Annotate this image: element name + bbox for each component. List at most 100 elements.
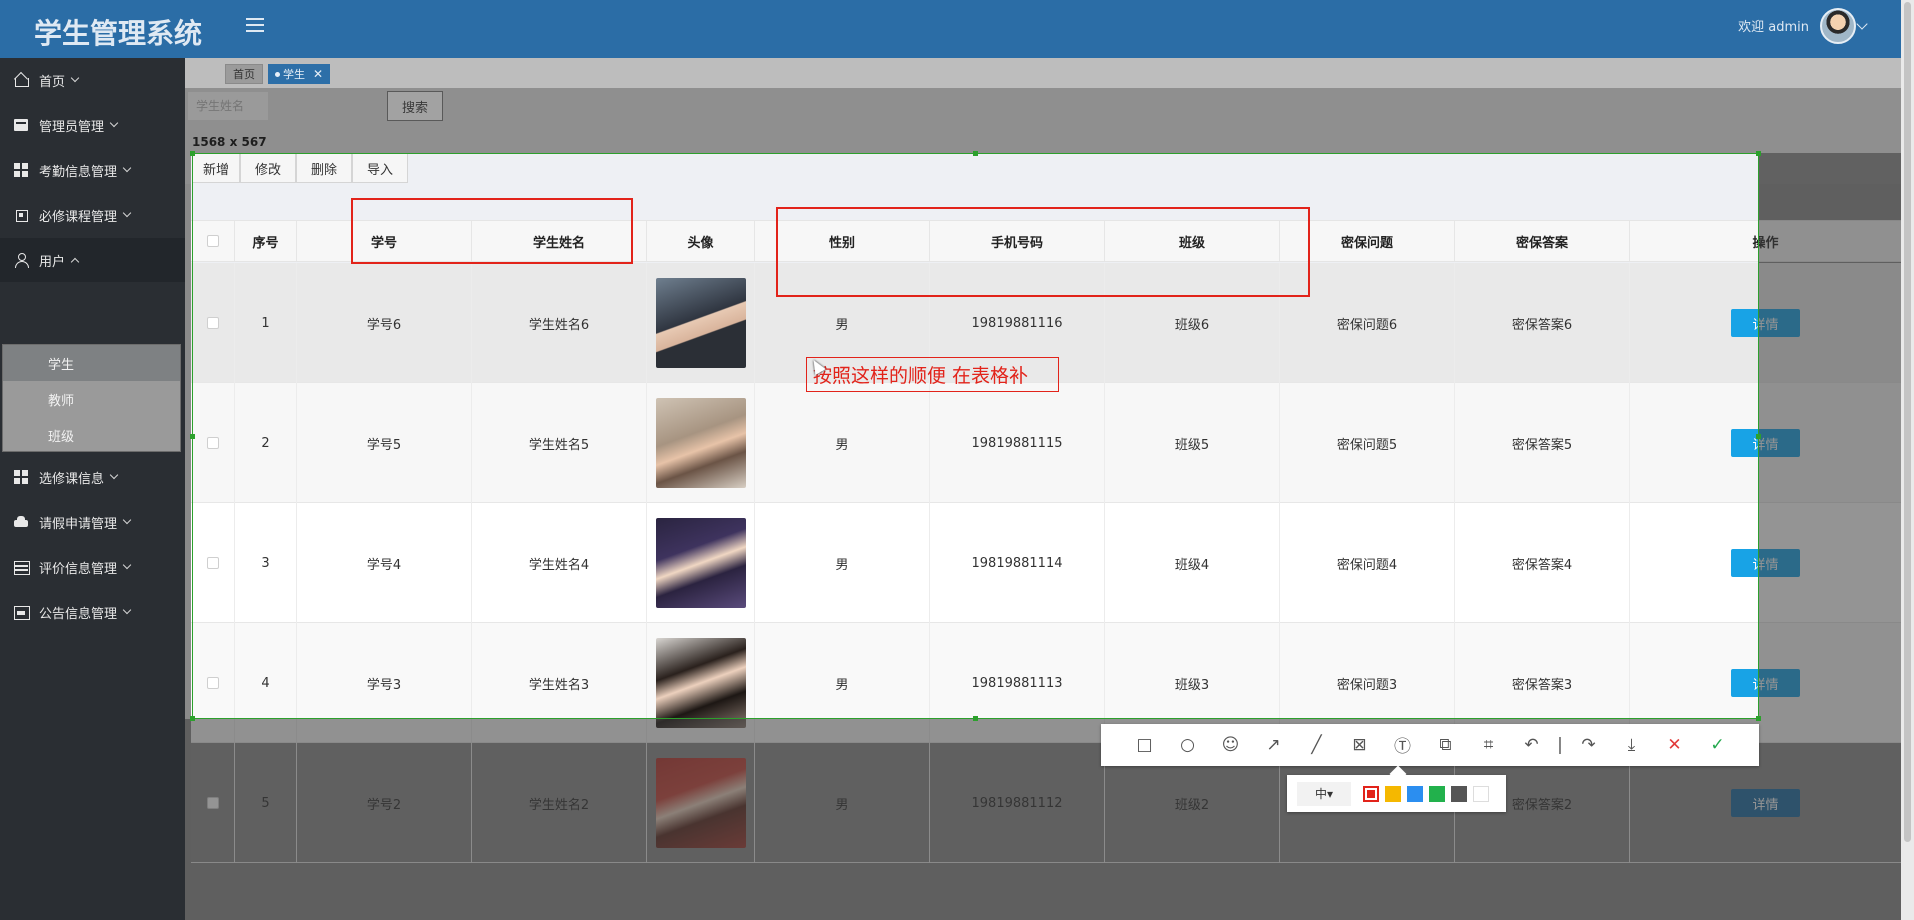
- cell-phone: 19819881114: [930, 503, 1105, 623]
- ocr-tool-icon[interactable]: ⌗: [1467, 730, 1510, 760]
- table-row: 3 学号4 学生姓名4 男 19819881114 班级4 密保问题4 密保答案4 详情: [191, 503, 1901, 623]
- annotation-text[interactable]: 按照这样的顺便 在表格补: [806, 357, 1059, 392]
- mosaic-tool-icon[interactable]: ⊠: [1338, 730, 1381, 760]
- cell-text: 1: [261, 315, 270, 331]
- cell-question: 密保问题6: [1280, 263, 1455, 383]
- user-icon: [14, 253, 29, 268]
- cell-text: 学生姓名2: [528, 797, 590, 813]
- close-icon[interactable]: ✕: [1653, 730, 1696, 760]
- edit-button[interactable]: 修改: [240, 153, 296, 183]
- pin-tool-icon[interactable]: ⧉: [1424, 730, 1467, 760]
- cell-text: 学生姓名6: [528, 317, 590, 333]
- chevron-down-icon[interactable]: [1856, 18, 1868, 30]
- select-all-checkbox[interactable]: [206, 235, 219, 247]
- detail-button[interactable]: 详情: [1731, 429, 1800, 457]
- cell-text: 19819881116: [971, 315, 1063, 331]
- line-tool-icon[interactable]: ╱: [1295, 730, 1338, 760]
- import-button[interactable]: 导入: [352, 153, 408, 183]
- tab-home[interactable]: 首页: [225, 64, 263, 84]
- row-checkbox[interactable]: [206, 317, 219, 329]
- sidebar-item-evaluation[interactable]: 评价信息管理: [0, 545, 185, 589]
- chevron-down-icon: [122, 560, 132, 570]
- tab-student[interactable]: 学生 ✕: [268, 64, 331, 84]
- color-swatch-yellow[interactable]: [1385, 785, 1401, 802]
- header-cell: 头像: [647, 221, 755, 261]
- cell-select: [191, 503, 235, 623]
- ellipse-tool-icon[interactable]: ○: [1166, 730, 1209, 760]
- cell-student-no: 学号2: [297, 743, 472, 863]
- cell-text: 男: [835, 437, 849, 453]
- detail-button[interactable]: 详情: [1731, 549, 1800, 577]
- header-cell: 性别: [755, 221, 930, 261]
- cell-name: 学生姓名5: [472, 383, 647, 503]
- color-swatch-green[interactable]: [1429, 785, 1445, 802]
- student-photo: [655, 278, 746, 368]
- sidebar: 首页 管理员管理 考勤信息管理 必修课程管理 用户 学生 教师 班级 选修课信息…: [0, 58, 185, 920]
- confirm-icon[interactable]: ✓: [1696, 730, 1739, 760]
- submenu-item-student[interactable]: 学生: [3, 345, 180, 381]
- sidebar-item-leave[interactable]: 请假申请管理: [0, 500, 185, 544]
- cell-text: 密保答案4: [1511, 557, 1573, 573]
- cell-question: 密保问题4: [1280, 503, 1455, 623]
- header-cell: 序号: [235, 221, 297, 261]
- sidebar-item-users[interactable]: 用户: [0, 238, 185, 282]
- color-palette: 中 ▾: [1287, 775, 1506, 812]
- add-button[interactable]: 新增: [192, 153, 240, 183]
- font-size-select[interactable]: 中 ▾: [1297, 781, 1351, 806]
- sidebar-item-label: 请假申请管理: [39, 516, 118, 532]
- row-checkbox[interactable]: [206, 677, 219, 689]
- share-icon[interactable]: ↷: [1567, 730, 1610, 760]
- sidebar-item-notice[interactable]: 公告信息管理: [0, 590, 185, 634]
- row-checkbox[interactable]: [206, 437, 219, 449]
- cell-text: 19819881115: [971, 435, 1063, 451]
- rect-tool-icon[interactable]: □: [1123, 730, 1166, 760]
- search-button[interactable]: 搜索: [387, 91, 443, 121]
- cell-student-no: 学号5: [297, 383, 472, 503]
- sidebar-item-required-course[interactable]: 必修课程管理: [0, 193, 185, 237]
- row-checkbox[interactable]: [206, 557, 219, 569]
- emoji-tool-icon[interactable]: ☺: [1209, 730, 1252, 760]
- chip-icon: [14, 208, 28, 222]
- cell-text: 3: [261, 555, 270, 571]
- avatar[interactable]: [1820, 8, 1856, 44]
- color-swatch-gray[interactable]: [1451, 785, 1467, 802]
- undo-icon[interactable]: ↶: [1510, 730, 1553, 760]
- color-swatch-red[interactable]: [1363, 785, 1379, 802]
- student-photo: [655, 398, 746, 488]
- cell-text: 男: [835, 317, 849, 333]
- cell-text: 班级3: [1174, 677, 1210, 693]
- cell-avatar: [647, 383, 755, 503]
- cell-avatar: [647, 503, 755, 623]
- sidebar-item-admin[interactable]: 管理员管理: [0, 103, 185, 147]
- text-tool-icon[interactable]: Ⓣ: [1381, 730, 1424, 760]
- detail-button[interactable]: 详情: [1731, 669, 1800, 697]
- arrow-tool-icon[interactable]: ↗: [1252, 730, 1295, 760]
- submenu-item-class[interactable]: 班级: [3, 417, 180, 453]
- menu-toggle-icon[interactable]: [246, 18, 264, 34]
- header-cell: 学号: [297, 221, 472, 261]
- header-select[interactable]: [191, 221, 235, 261]
- submenu-item-teacher[interactable]: 教师: [3, 381, 180, 417]
- row-checkbox[interactable]: [206, 797, 219, 809]
- close-icon[interactable]: ✕: [313, 67, 323, 81]
- page-scrollbar[interactable]: [1901, 0, 1914, 920]
- cell-text: 密保问题3: [1336, 677, 1398, 693]
- detail-button[interactable]: 详情: [1731, 789, 1800, 817]
- chevron-down-icon: [122, 163, 132, 173]
- detail-button[interactable]: 详情: [1731, 309, 1800, 337]
- tab-bar: 首页 学生 ✕: [185, 58, 1901, 88]
- users-submenu: 学生 教师 班级: [2, 344, 181, 452]
- cell-text: 学号6: [366, 317, 402, 333]
- sidebar-item-home[interactable]: 首页: [0, 58, 185, 102]
- search-input[interactable]: [188, 92, 268, 120]
- delete-button[interactable]: 删除: [296, 153, 352, 183]
- sidebar-item-label: 必修课程管理: [39, 209, 118, 225]
- sidebar-item-elective[interactable]: 选修课信息: [0, 455, 185, 499]
- sidebar-item-attendance[interactable]: 考勤信息管理: [0, 148, 185, 192]
- color-swatch-white[interactable]: [1473, 785, 1489, 802]
- sidebar-item-label: 管理员管理: [39, 119, 105, 135]
- color-swatch-blue[interactable]: [1407, 785, 1423, 802]
- screenshot-toolbar: □ ○ ☺ ↗ ╱ ⊠ Ⓣ ⧉ ⌗ ↶ | ↷ ⤓ ✕ ✓: [1101, 724, 1759, 766]
- save-icon[interactable]: ⤓: [1610, 730, 1653, 760]
- scrollbar-thumb[interactable]: [1904, 2, 1911, 842]
